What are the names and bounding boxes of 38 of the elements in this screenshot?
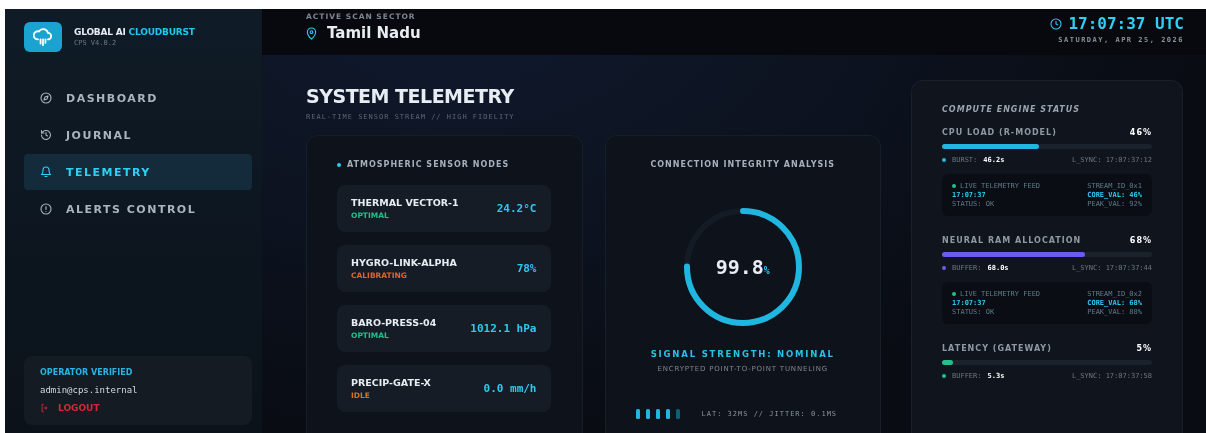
- signal-status: SIGNAL STRENGTH: NOMINAL: [650, 349, 835, 359]
- card-title: CONNECTION INTEGRITY ANALYSIS: [650, 160, 836, 169]
- sector-name: Tamil Nadu: [327, 24, 421, 42]
- card-title: ATMOSPHERIC SENSOR NODES: [337, 160, 552, 169]
- logout-button[interactable]: LOGOUT: [40, 403, 236, 413]
- node-value: 78%: [516, 262, 537, 275]
- history-icon: [40, 129, 52, 141]
- nav-item[interactable]: DASHBOARD: [24, 80, 252, 116]
- nav-item[interactable]: TELEMETRY: [24, 154, 252, 190]
- metric-label: LATENCY (GATEWAY): [942, 344, 1052, 353]
- node-value: 1012.1 hPa: [470, 322, 537, 335]
- integrity-value: 99.8%: [715, 255, 770, 279]
- nav-item[interactable]: JOURNAL: [24, 117, 252, 153]
- location-pin-icon: [306, 26, 317, 40]
- metric-label: NEURAL RAM ALLOCATION: [942, 236, 1082, 245]
- card-title: COMPUTE ENGINE STATUS: [942, 105, 1082, 114]
- cloud-logo: [24, 21, 62, 52]
- node-name: HYGRO-LINK-ALPHA: [351, 257, 457, 268]
- metric-reading: 5%: [1136, 344, 1152, 353]
- compass-icon: [40, 92, 52, 104]
- metric-reading: 68%: [1129, 236, 1152, 245]
- operator-status: OPERATOR VERIFIED: [40, 368, 134, 377]
- node-value: 24.2°C: [496, 202, 537, 215]
- alert-icon: [40, 203, 52, 215]
- operator-email: admin@cps.internal: [40, 385, 139, 395]
- nav-item[interactable]: ALERTS CONTROL: [24, 191, 252, 227]
- metric-label: CPU LOAD (R-MODEL): [942, 128, 1057, 137]
- node-name: BARO-PRESS-04: [351, 317, 437, 328]
- node-name: PRECIP-GATE-X: [351, 377, 431, 388]
- node-value: 0.0 mm/h: [483, 382, 537, 395]
- clock-time: 17:07:37 UTC: [1068, 14, 1184, 33]
- bell-icon: [40, 166, 52, 178]
- metric-reading: 46%: [1129, 128, 1152, 137]
- clock-icon: [1050, 17, 1063, 30]
- brand-name: GLOBAL AI CLOUDBURST: [74, 26, 195, 37]
- page-title: SYSTEM TELEMETRY: [306, 85, 515, 107]
- logout-icon: [40, 403, 50, 413]
- node-name: THERMAL VECTOR-1: [351, 197, 459, 208]
